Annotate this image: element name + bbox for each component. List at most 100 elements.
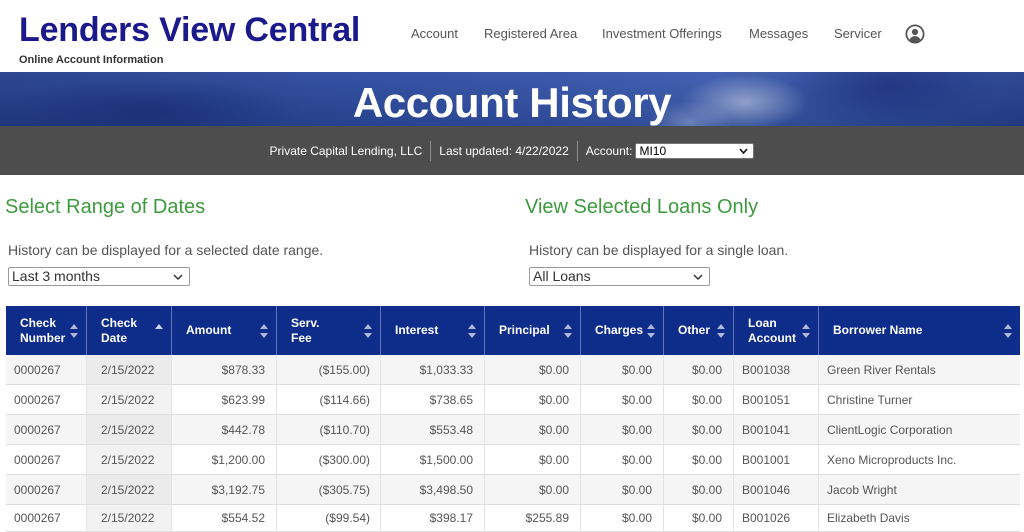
cell-borrower-name: ClientLogic Corporation [819, 415, 1020, 445]
table-row: 0000267 2/15/2022 $554.52 ($99.54) $398.… [6, 505, 1020, 532]
cell-charges: $0.00 [581, 415, 664, 445]
cell-check-date: 2/15/2022 [87, 385, 172, 415]
column-header-check-number[interactable]: Check Number [6, 306, 87, 355]
cell-check-date: 2/15/2022 [87, 415, 172, 445]
divider [576, 140, 578, 161]
user-circle-icon[interactable] [905, 24, 925, 44]
column-header-label: Interest [395, 323, 439, 337]
nav-investment-offerings[interactable]: Investment Offerings [602, 26, 722, 42]
history-table-container: Check Number Check Date Amount Serv. Fee… [6, 306, 1020, 532]
account-info-bar: Private Capital Lending, LLC Last update… [0, 126, 1024, 175]
account-select[interactable]: MI10 [635, 142, 755, 159]
cell-borrower-name: Jacob Wright [819, 475, 1020, 505]
table-row: 0000267 2/15/2022 $3,192.75 ($305.75) $3… [6, 475, 1020, 505]
sort-icon [1004, 323, 1012, 338]
account-label: Account: [585, 143, 633, 158]
column-header-label: Borrower Name [833, 323, 923, 337]
cell-charges: $0.00 [581, 355, 664, 385]
logo-title[interactable]: Lenders View Central [19, 13, 360, 47]
date-range-description: History can be displayed for a selected … [8, 242, 324, 258]
chevron-down-icon [739, 147, 749, 154]
sort-icon [564, 323, 572, 338]
account-select-value: MI10 [639, 143, 667, 158]
date-range-heading: Select Range of Dates [5, 196, 206, 218]
column-header-borrower-name[interactable]: Borrower Name [819, 306, 1020, 355]
column-header-serv-fee[interactable]: Serv. Fee [277, 306, 381, 355]
nav-registered-area[interactable]: Registered Area [484, 26, 577, 42]
column-header-principal[interactable]: Principal [485, 306, 581, 355]
column-header-loan-account[interactable]: Loan Account [734, 306, 819, 355]
sort-icon [717, 323, 725, 338]
cell-check-number: 0000267 [6, 505, 87, 532]
cell-other: $0.00 [664, 415, 734, 445]
table-header-row: Check Number Check Date Amount Serv. Fee… [6, 306, 1020, 355]
cell-interest: $738.65 [381, 385, 485, 415]
column-header-check-date[interactable]: Check Date [87, 306, 172, 355]
site-header: Lenders View Central Online Account Info… [0, 0, 1024, 72]
cell-interest: $1,500.00 [381, 445, 485, 475]
sort-icon [647, 323, 655, 338]
cell-serv-fee: ($110.70) [277, 415, 381, 445]
column-header-other[interactable]: Other [664, 306, 734, 355]
cell-other: $0.00 [664, 445, 734, 475]
cell-check-date: 2/15/2022 [87, 445, 172, 475]
cell-check-date: 2/15/2022 [87, 355, 172, 385]
cell-check-number: 0000267 [6, 445, 87, 475]
cell-principal: $0.00 [485, 355, 581, 385]
cell-serv-fee: ($305.75) [277, 475, 381, 505]
cell-check-number: 0000267 [6, 415, 87, 445]
table-row: 0000267 2/15/2022 $878.33 ($155.00) $1,0… [6, 355, 1020, 385]
cell-principal: $0.00 [485, 415, 581, 445]
column-header-label: Check Date [101, 315, 138, 345]
cell-amount: $3,192.75 [172, 475, 277, 505]
column-header-amount[interactable]: Amount [172, 306, 277, 355]
loan-select-value: All Loans [533, 268, 591, 284]
column-header-label: Amount [186, 323, 232, 337]
table-row: 0000267 2/15/2022 $623.99 ($114.66) $738… [6, 385, 1020, 415]
lender-name: Private Capital Lending, LLC [269, 143, 423, 158]
column-header-interest[interactable]: Interest [381, 306, 485, 355]
column-header-label: Charges [595, 323, 644, 337]
chevron-down-icon [693, 274, 703, 280]
cell-serv-fee: ($99.54) [277, 505, 381, 532]
page-title: Account History [352, 79, 672, 126]
loan-select[interactable]: All Loans [529, 267, 710, 286]
cell-loan-account: B001051 [734, 385, 819, 415]
account-history-table: Check Number Check Date Amount Serv. Fee… [6, 306, 1020, 532]
cell-serv-fee: ($155.00) [277, 355, 381, 385]
nav-messages[interactable]: Messages [749, 26, 808, 42]
nav-servicer[interactable]: Servicer [834, 26, 882, 42]
cell-loan-account: B001046 [734, 475, 819, 505]
sort-icon [70, 323, 78, 338]
sort-ascending-icon [155, 323, 163, 338]
cell-interest: $553.48 [381, 415, 485, 445]
cell-interest: $1,033.33 [381, 355, 485, 385]
cell-check-number: 0000267 [6, 355, 87, 385]
cell-amount: $623.99 [172, 385, 277, 415]
column-header-label: Principal [499, 323, 550, 337]
sort-icon [468, 323, 476, 338]
cell-amount: $442.78 [172, 415, 277, 445]
sort-icon [260, 323, 268, 338]
cell-charges: $0.00 [581, 475, 664, 505]
cell-interest: $398.17 [381, 505, 485, 532]
page-banner: Account History [0, 72, 1024, 126]
cell-principal: $0.00 [485, 385, 581, 415]
cell-borrower-name: Green River Rentals [819, 355, 1020, 385]
cell-principal: $0.00 [485, 475, 581, 505]
nav-account[interactable]: Account [411, 26, 458, 42]
cell-borrower-name: Elizabeth Davis [819, 505, 1020, 532]
cell-check-date: 2/15/2022 [87, 475, 172, 505]
cell-serv-fee: ($114.66) [277, 385, 381, 415]
sort-icon [802, 323, 810, 338]
cell-borrower-name: Xeno Microproducts Inc. [819, 445, 1020, 475]
cell-amount: $554.52 [172, 505, 277, 532]
cell-loan-account: B001041 [734, 415, 819, 445]
column-header-charges[interactable]: Charges [581, 306, 664, 355]
cell-check-number: 0000267 [6, 475, 87, 505]
divider [430, 140, 432, 161]
cell-serv-fee: ($300.00) [277, 445, 381, 475]
cell-other: $0.00 [664, 505, 734, 532]
cell-charges: $0.00 [581, 445, 664, 475]
date-range-select[interactable]: Last 3 months [8, 267, 190, 286]
